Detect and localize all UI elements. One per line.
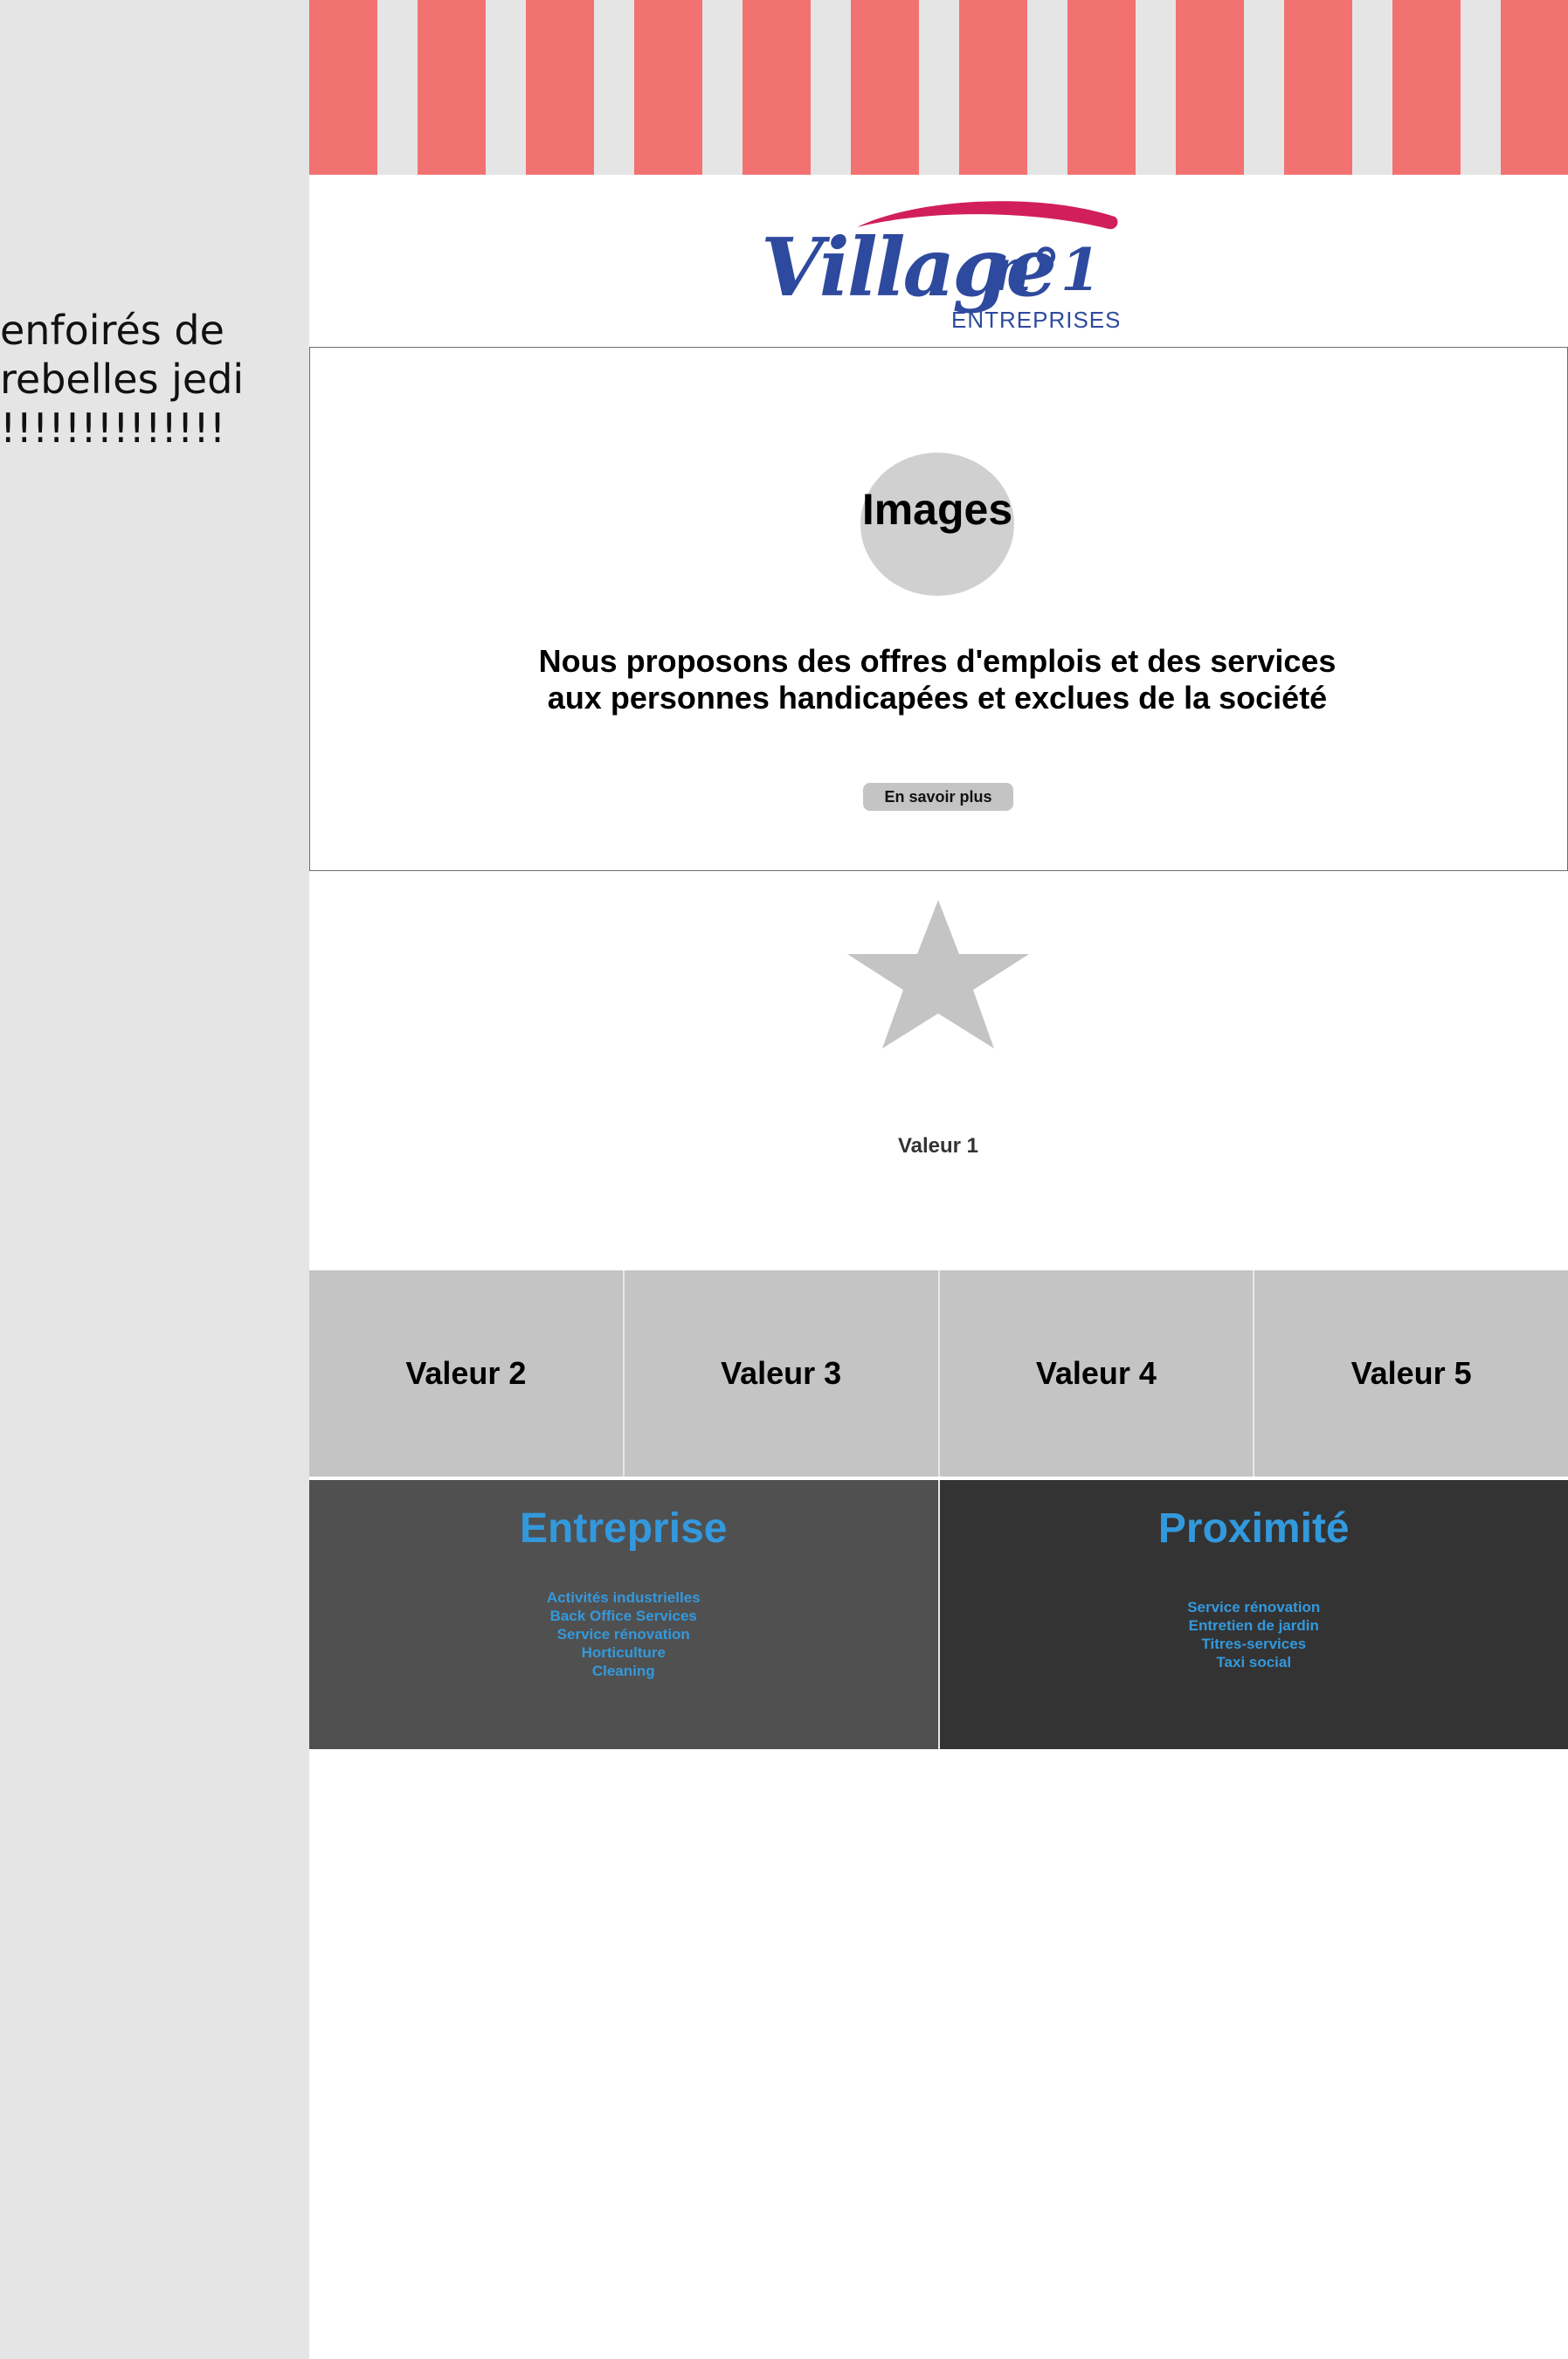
list-item[interactable]: Horticulture <box>309 1643 938 1662</box>
value-card[interactable]: Valeur 3 <box>624 1270 940 1477</box>
left-sidebar: enfoirés de rebelles jedi !!!!!!!!!!!!!! <box>0 0 309 2359</box>
entreprise-panel[interactable]: Entreprise Activités industrielles Back … <box>309 1480 940 1749</box>
value-card[interactable]: Valeur 2 <box>309 1270 625 1477</box>
entreprise-title: Entreprise <box>520 1505 728 1552</box>
list-item[interactable]: Taxi social <box>940 1653 1568 1671</box>
value-card[interactable]: Valeur 4 <box>939 1270 1255 1477</box>
value-card-label: Valeur 4 <box>1035 1355 1157 1391</box>
striped-awning-banner <box>309 0 1568 175</box>
hero-section: Images Nous proposons des offres d'emplo… <box>309 347 1568 871</box>
value-1-label: Valeur 1 <box>897 1134 979 1158</box>
village-n1-logo[interactable]: Village n°1 ENTREPRISES <box>761 192 1119 336</box>
images-label: Images <box>861 485 1013 534</box>
main-content: Village n°1 ENTREPRISES Images Nous prop… <box>309 0 1568 2359</box>
services-row: Entreprise Activités industrielles Back … <box>309 1480 1568 1749</box>
value-card-label: Valeur 5 <box>1350 1355 1472 1391</box>
hero-tagline: Nous proposons des offres d'emplois et d… <box>538 643 1337 716</box>
learn-more-button[interactable]: En savoir plus <box>863 783 1013 811</box>
list-item[interactable]: Cleaning <box>309 1662 938 1680</box>
proximite-panel[interactable]: Proximité Service rénovation Entretien d… <box>939 1480 1568 1749</box>
logo-suffix: n°1 <box>990 236 1101 304</box>
list-item[interactable]: Back Office Services <box>309 1607 938 1625</box>
entreprise-service-list: Activités industrielles Back Office Serv… <box>309 1588 938 1680</box>
value-card-label: Valeur 3 <box>721 1355 842 1391</box>
value-card[interactable]: Valeur 5 <box>1254 1270 1568 1477</box>
list-item[interactable]: Service rénovation <box>940 1598 1568 1616</box>
logo-subtitle: ENTREPRISES <box>951 307 1119 333</box>
proximite-title: Proximité <box>1157 1505 1350 1552</box>
values-row: Valeur 2 Valeur 3 Valeur 4 Valeur 5 <box>309 1270 1568 1477</box>
list-item[interactable]: Activités industrielles <box>309 1588 938 1607</box>
sidebar-text: enfoirés de rebelles jedi !!!!!!!!!!!!!! <box>0 307 245 452</box>
list-item[interactable]: Titres-services <box>940 1635 1568 1653</box>
list-item[interactable]: Entretien de jardin <box>940 1616 1568 1635</box>
value-card-label: Valeur 2 <box>405 1355 527 1391</box>
proximite-service-list: Service rénovation Entretien de jardin T… <box>940 1598 1568 1671</box>
star-icon <box>847 900 1029 1048</box>
list-item[interactable]: Service rénovation <box>309 1625 938 1643</box>
